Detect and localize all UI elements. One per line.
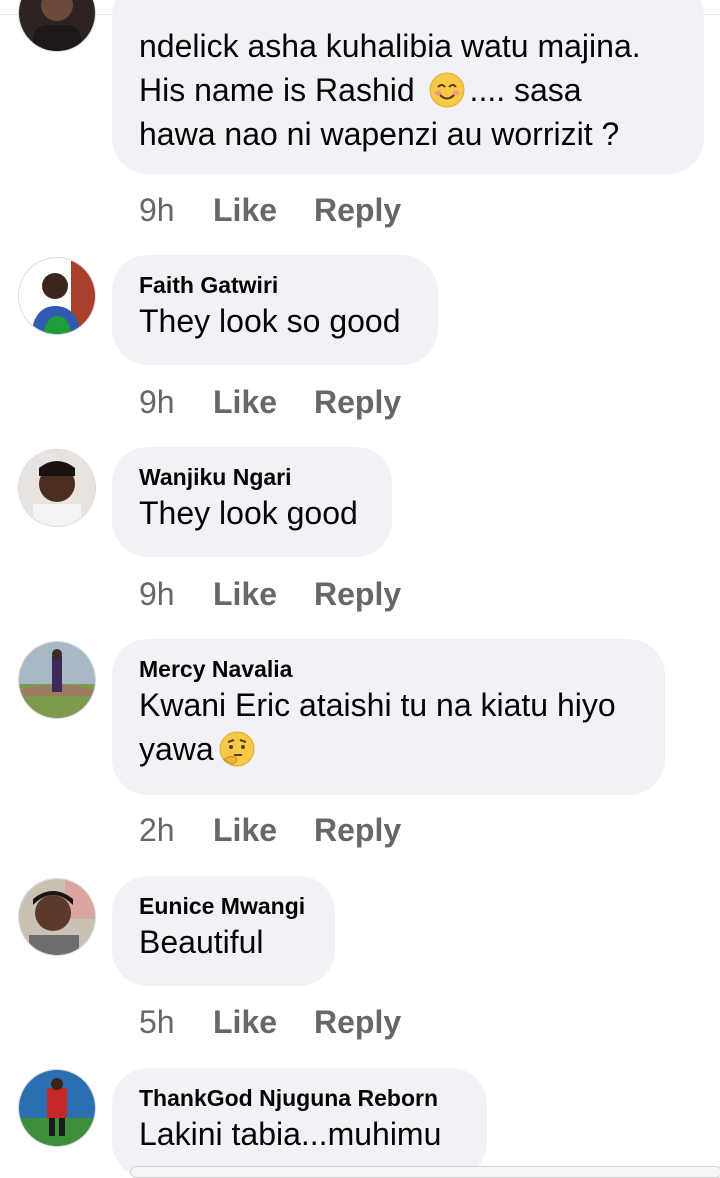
- comment-author[interactable]: ThankGod Njuguna Reborn: [139, 1084, 460, 1112]
- comment-text: Kwani Eric ataishi tu na kiatu hiyo yawa: [139, 687, 616, 768]
- comment-text: They look so good: [139, 303, 401, 339]
- comment-text: They look good: [139, 495, 358, 531]
- comment-input-bar[interactable]: [130, 1166, 720, 1178]
- comment-time: 9h: [139, 576, 175, 612]
- comment-bubble: Faith Gatwiri They look so good: [112, 255, 438, 365]
- comment-time: 9h: [139, 384, 175, 420]
- avatar[interactable]: [18, 449, 96, 527]
- comment-actions: 5h Like Reply: [139, 1002, 401, 1042]
- like-button[interactable]: Like: [213, 810, 314, 850]
- reply-button[interactable]: Reply: [314, 382, 401, 422]
- comment-time: 5h: [139, 1004, 175, 1040]
- like-button[interactable]: Like: [213, 382, 314, 422]
- reply-button[interactable]: Reply: [314, 190, 401, 230]
- avatar[interactable]: [18, 641, 96, 719]
- thinking-face-icon: [218, 730, 256, 768]
- comment-text: Beautiful: [139, 924, 264, 960]
- comment-bubble: Eunice Mwangi Beautiful: [112, 876, 335, 986]
- comment-author[interactable]: Wanjiku Ngari: [139, 463, 365, 491]
- like-button[interactable]: Like: [213, 574, 314, 614]
- comment-author[interactable]: Mercy Navalia: [139, 655, 638, 683]
- like-button[interactable]: Like: [213, 190, 314, 230]
- comment-actions: 9h Like Reply: [139, 190, 401, 230]
- avatar[interactable]: [18, 257, 96, 335]
- comment-bubble: Mercy Navalia Kwani Eric ataishi tu na k…: [112, 639, 665, 795]
- comment-actions: 2h Like Reply: [139, 810, 401, 850]
- avatar[interactable]: [18, 878, 96, 956]
- comment-time: 9h: [139, 192, 175, 228]
- comment-bubble: Wanjiku Ngari They look good: [112, 447, 392, 557]
- reply-button[interactable]: Reply: [314, 810, 401, 850]
- reply-button[interactable]: Reply: [314, 574, 401, 614]
- smiling-face-icon: [428, 71, 466, 109]
- like-button[interactable]: Like: [213, 1002, 314, 1042]
- reply-button[interactable]: Reply: [314, 1002, 401, 1042]
- avatar[interactable]: [18, 1069, 96, 1147]
- comment-bubble: ndelick asha kuhalibia watu majina. His …: [112, 0, 704, 174]
- comment-bubble: ThankGod Njuguna Reborn Lakini tabia...m…: [112, 1068, 487, 1178]
- avatar[interactable]: [18, 0, 96, 52]
- comment-time: 2h: [139, 812, 175, 848]
- comment-text: Lakini tabia...muhimu: [139, 1116, 442, 1152]
- comment-actions: 9h Like Reply: [139, 574, 401, 614]
- comment-actions: 9h Like Reply: [139, 382, 401, 422]
- comment-text: ndelick asha kuhalibia watu majina. His …: [139, 28, 641, 152]
- comment-author[interactable]: Eunice Mwangi: [139, 892, 308, 920]
- comment-author[interactable]: Faith Gatwiri: [139, 271, 411, 299]
